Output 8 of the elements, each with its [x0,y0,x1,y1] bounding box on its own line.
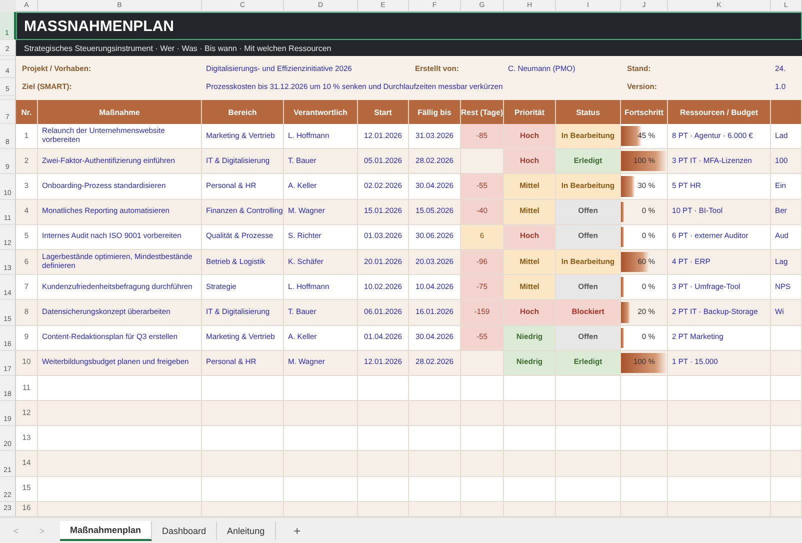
sheet-tab[interactable]: Anleitung [217,522,276,540]
add-sheet-button[interactable]: + [294,524,301,538]
sheet-title: MASSNAHMENPLAN [16,12,802,40]
column-header [771,100,802,124]
sheet-subtitle: Strategisches Steuerungsinstrument · Wer · Was · Bis wann · Mit welchen Ressourcen [16,40,802,56]
select-all-corner[interactable] [0,0,16,12]
sheet-tab[interactable]: Dashboard [152,522,218,540]
sheet-tab[interactable]: Maßnahmenplan [60,521,152,541]
